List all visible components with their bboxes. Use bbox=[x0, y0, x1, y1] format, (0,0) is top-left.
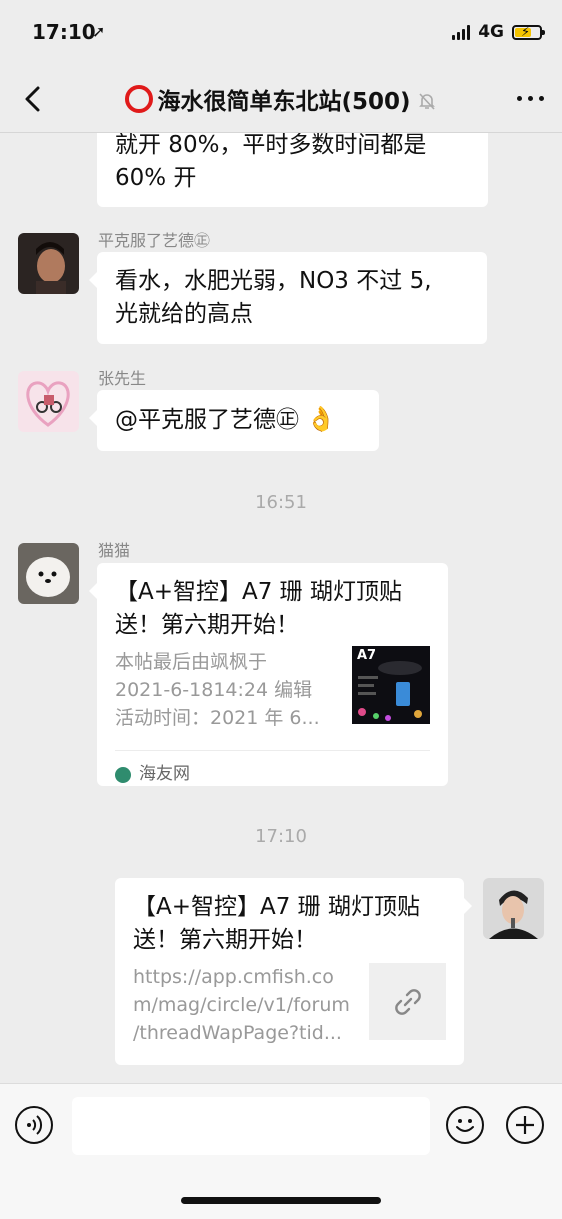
message-line: 光就给的高点 bbox=[115, 301, 253, 327]
network-type: 4G bbox=[478, 22, 504, 42]
message-line: 60% 开 bbox=[115, 165, 197, 191]
sender-name: 猫猫 bbox=[98, 541, 131, 560]
smiley-icon bbox=[456, 1119, 474, 1132]
sender-name: 平克服了艺德㊣ bbox=[98, 231, 211, 250]
group-title: 海水很简单东北站(500) bbox=[0, 82, 562, 116]
message-bubble[interactable]: @平克服了艺德㊣ 👌 bbox=[89, 390, 379, 451]
haiyou-logo-icon bbox=[115, 766, 131, 783]
card-thumbnail: A7 bbox=[352, 646, 430, 724]
message-line: 就开 80%，平时多数时间都是 bbox=[115, 133, 427, 158]
chat-message-list[interactable]: 就开 80%，平时多数时间都是 60% 开 平克服了艺德㊣ 看水，水肥光弱，NO… bbox=[0, 133, 562, 1083]
more-options-icon[interactable] bbox=[517, 96, 544, 101]
voice-icon bbox=[27, 1115, 43, 1135]
red-circle-icon bbox=[125, 85, 154, 113]
status-bar: 17:10 ➚ 4G ⚡ bbox=[0, 0, 562, 66]
message-bubble[interactable]: 就开 80%，平时多数时间都是 60% 开 bbox=[97, 133, 488, 207]
location-arrow-icon: ➚ bbox=[92, 22, 106, 41]
signal-icon bbox=[452, 24, 471, 40]
ok-hand-emoji: 👌 bbox=[306, 405, 337, 433]
avatar[interactable] bbox=[18, 233, 79, 294]
more-functions-button[interactable] bbox=[506, 1106, 544, 1144]
card-title-line: 【A+智控】A7 珊 瑚灯顶贴 bbox=[115, 579, 402, 605]
status-time: 17:10 bbox=[32, 20, 96, 44]
link-thumbnail bbox=[369, 963, 446, 1040]
message-line: 看水，水肥光弱，NO3 不过 5, bbox=[115, 268, 432, 294]
card-title-line: 【A+智控】A7 珊 瑚灯顶贴 bbox=[133, 894, 420, 920]
mute-bell-icon bbox=[418, 93, 435, 110]
message-input[interactable] bbox=[72, 1097, 430, 1155]
status-indicators: 4G ⚡ bbox=[452, 22, 545, 42]
my-avatar[interactable] bbox=[483, 878, 544, 939]
link-card[interactable]: 【A+智控】A7 珊 瑚灯顶贴 送！第六期开始！ 本帖最后由飒枫于 2021-6… bbox=[89, 563, 448, 786]
sender-name: 张先生 bbox=[98, 369, 147, 388]
timestamp: 17:10 bbox=[255, 826, 307, 847]
avatar[interactable] bbox=[18, 543, 79, 604]
emoji-button[interactable] bbox=[446, 1106, 484, 1144]
link-card[interactable]: 【A+智控】A7 珊 瑚灯顶贴 送！第六期开始！ https://app.cmf… bbox=[115, 878, 472, 1065]
avatar[interactable] bbox=[18, 371, 79, 432]
message-bubble[interactable]: 看水，水肥光弱，NO3 不过 5, 光就给的高点 bbox=[89, 252, 487, 344]
plus-icon bbox=[516, 1116, 534, 1134]
card-source: 海友网 bbox=[139, 764, 190, 784]
message-text: @平克服了艺德㊣ bbox=[115, 407, 299, 433]
chat-header: 海水很简单东北站(500) bbox=[0, 66, 562, 133]
voice-input-button[interactable] bbox=[15, 1106, 53, 1144]
timestamp: 16:51 bbox=[255, 492, 307, 513]
card-title-line: 送！第六期开始！ bbox=[133, 927, 317, 953]
link-icon bbox=[394, 988, 421, 1015]
battery-icon: ⚡ bbox=[512, 24, 545, 40]
group-name: 海水很简单东北站(500) bbox=[157, 89, 411, 115]
card-divider bbox=[115, 750, 430, 751]
home-indicator[interactable] bbox=[181, 1197, 381, 1204]
card-title-line: 送！第六期开始！ bbox=[115, 612, 299, 638]
